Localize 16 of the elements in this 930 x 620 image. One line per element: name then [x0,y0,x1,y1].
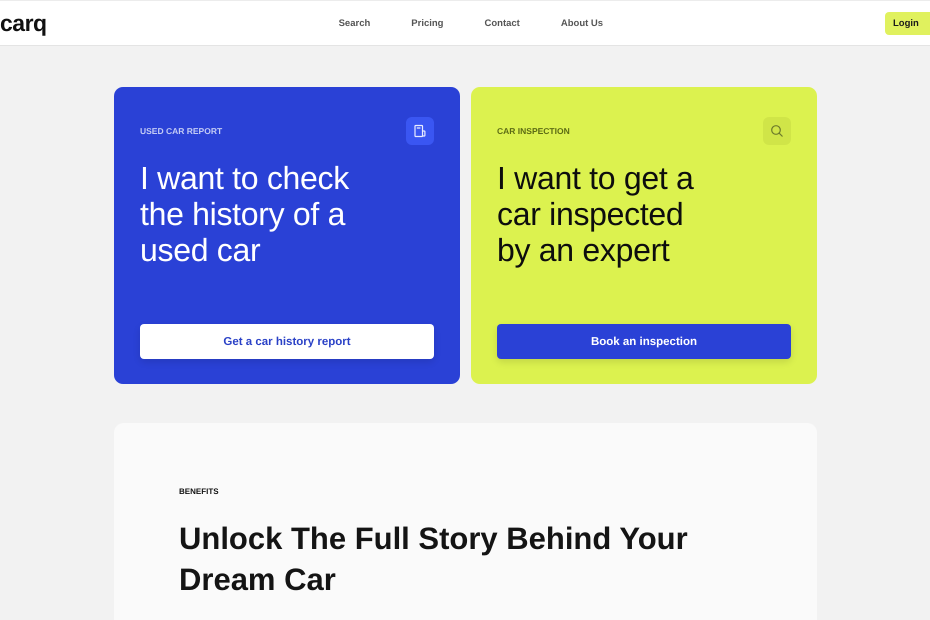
section-label: BENEFITS [179,487,220,496]
nav-link[interactable]: About Us [560,18,604,28]
card-heading: I want to check the history of a used car [140,160,350,268]
card-label: CAR INSPECTION [497,126,570,136]
nav-link[interactable]: Search [338,18,370,28]
nav-link[interactable]: Pricing [411,18,444,28]
card-label: USED CAR REPORT [140,126,222,136]
card-heading: I want to get a car inspected by an expert [497,160,695,268]
login-button[interactable]: Login [885,12,930,34]
nav-link[interactable]: Contact [484,18,520,28]
section-heading: Unlock The Full Story Behind Your Dream Car [179,520,689,599]
document-icon [406,117,434,145]
search-icon [763,117,791,145]
logo[interactable]: carq [0,10,47,36]
card-button[interactable]: Book an inspection [497,324,791,359]
card-button[interactable]: Get a car history report [140,324,434,359]
